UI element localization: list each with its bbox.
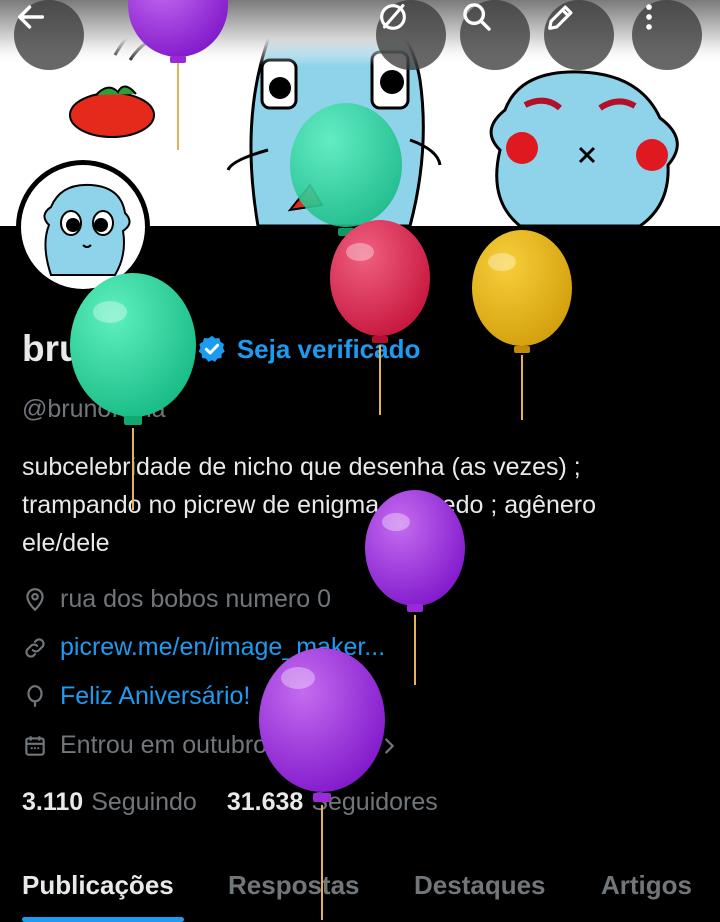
tab-artigos[interactable]: Artigos: [601, 870, 692, 901]
joined-text: Entrou em outubro de 2021: [60, 731, 365, 759]
profile-handle: @brunofobia: [22, 395, 166, 423]
hide-balloons-icon: [380, 4, 406, 30]
active-tab-indicator: [22, 917, 184, 922]
followers-label: Seguidores: [311, 788, 438, 816]
edit-button[interactable]: [544, 0, 614, 70]
get-verified-label: Seja verificado: [236, 333, 421, 364]
chevron-right-icon: [385, 737, 395, 754]
follow-stats: 3.110 Seguindo 31.638 Seguidores: [22, 788, 468, 817]
avatar-drawing: [43, 183, 131, 276]
birthday-link[interactable]: Feliz Aniversário!: [60, 682, 250, 711]
profile-bio: subcelebridade de nicho que desenha (as …: [22, 453, 596, 557]
joined-row[interactable]: Entrou em outubro de 2021: [22, 731, 412, 760]
following-count: 3.110: [22, 788, 84, 816]
tab-respostas[interactable]: Respostas: [228, 870, 360, 901]
edit-icon: [548, 5, 573, 30]
avatar[interactable]: [16, 160, 150, 294]
verified-badge-icon: [198, 335, 225, 362]
hide-balloons-button[interactable]: [376, 0, 446, 70]
website-row: picrew.me/en/image_maker...: [22, 633, 385, 662]
tab-destaques[interactable]: Destaques: [414, 870, 546, 901]
search-icon: [463, 3, 491, 31]
back-button[interactable]: [14, 0, 84, 70]
following-label: Seguindo: [91, 788, 197, 816]
balloon-icon: [27, 684, 43, 707]
more-button[interactable]: [632, 0, 702, 70]
get-verified-button[interactable]: Seja verificado: [197, 333, 421, 365]
profile-tabs: Publicações Respostas Destaques Artigos: [0, 850, 720, 922]
following-link[interactable]: 3.110 Seguindo: [22, 788, 197, 817]
location-text: rua dos bobos numero 0: [60, 585, 332, 613]
balloon-gold: [472, 230, 572, 420]
flag-emoji-icon: [138, 334, 183, 364]
location-row: rua dos bobos numero 0: [22, 585, 331, 614]
followers-count: 31.638: [226, 788, 304, 816]
arrow-left-icon: [17, 5, 45, 29]
balloon-red: [330, 220, 430, 415]
profile-name-row: bruno Seja verificado: [22, 328, 420, 370]
calendar-icon: [25, 735, 45, 756]
location-pin-icon: [26, 587, 44, 611]
birthday-row: Feliz Aniversário!: [22, 682, 250, 711]
link-icon: [25, 637, 45, 658]
website-link[interactable]: picrew.me/en/image_maker...: [60, 633, 385, 662]
tab-publicacoes[interactable]: Publicações: [22, 870, 174, 901]
display-name: bruno: [22, 328, 127, 369]
followers-link[interactable]: 31.638 Seguidores: [227, 788, 438, 817]
more-vertical-icon: [646, 4, 652, 30]
search-button[interactable]: [460, 0, 530, 70]
